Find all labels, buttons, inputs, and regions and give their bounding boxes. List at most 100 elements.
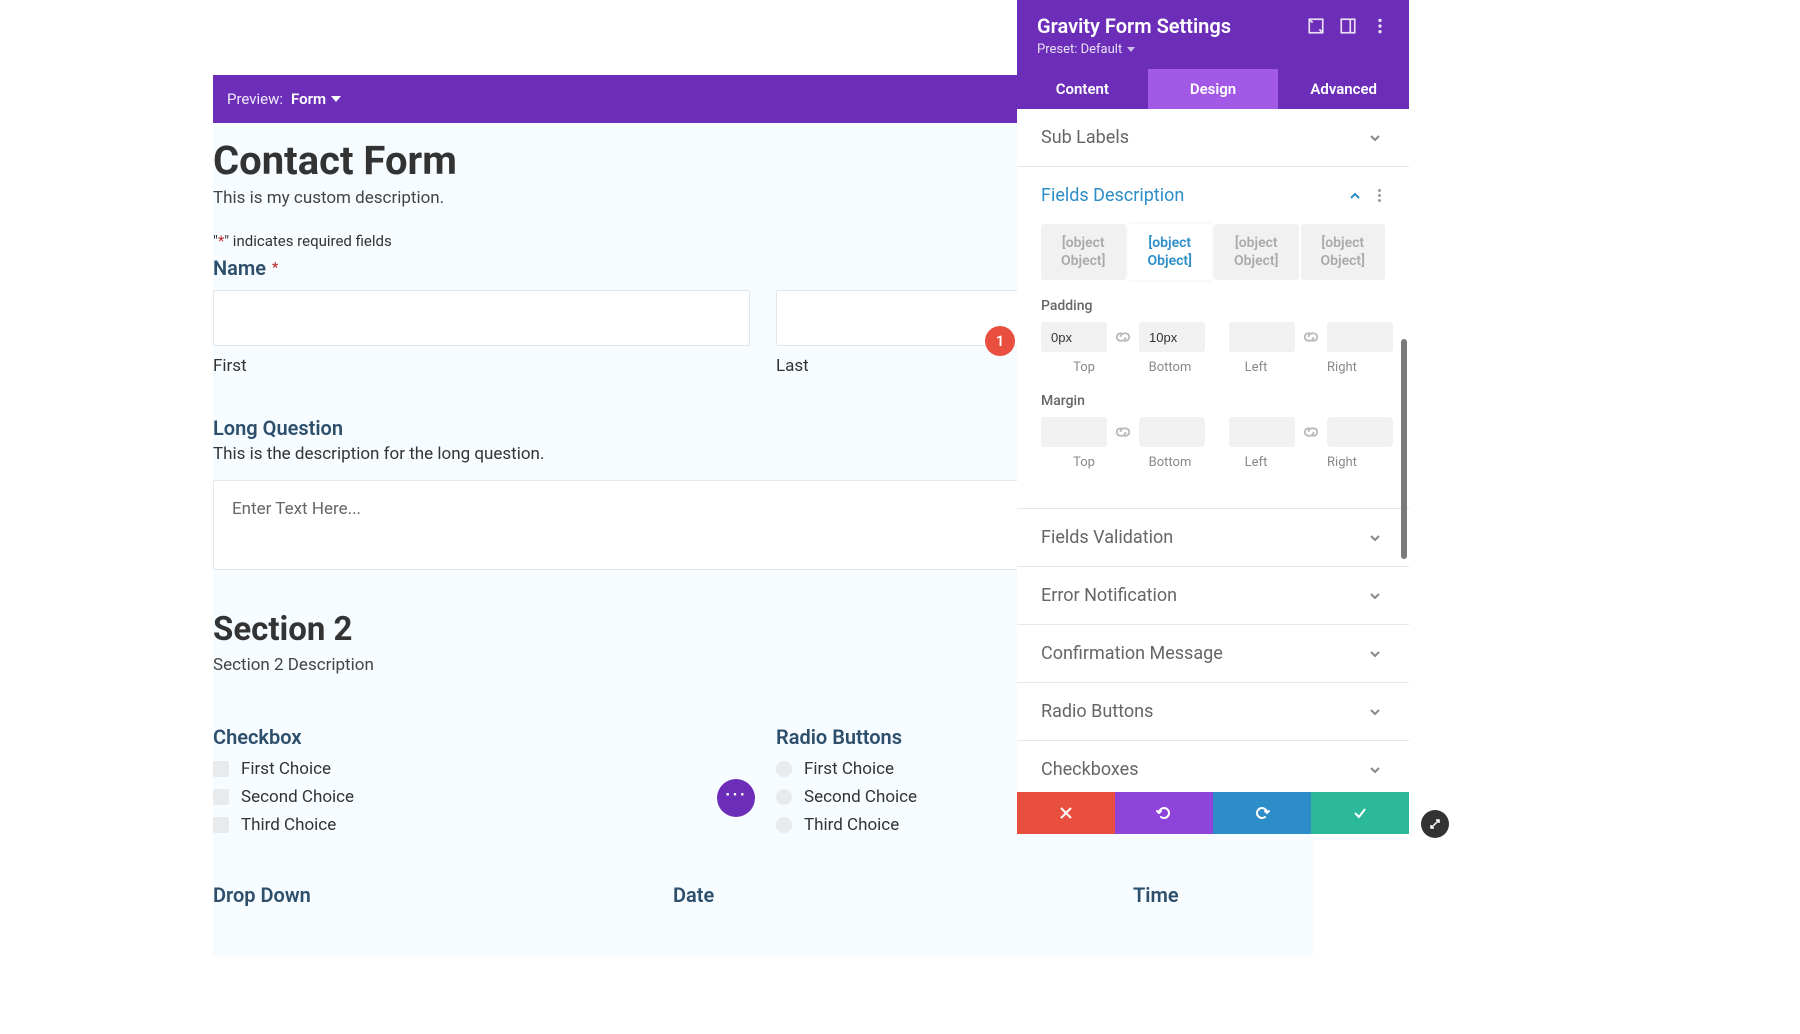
undo-button[interactable]	[1115, 792, 1213, 834]
margin-label: Margin	[1041, 393, 1385, 409]
accordion-title: Error Notification	[1041, 585, 1369, 606]
panel-title: Gravity Form Settings	[1037, 14, 1293, 38]
preset-dropdown[interactable]: Preset: Default	[1037, 42, 1389, 57]
accordion-title: Checkboxes	[1041, 759, 1369, 780]
panel-scrollbar[interactable]	[1401, 339, 1407, 559]
accordion-header-fields-description[interactable]: Fields Description	[1017, 167, 1409, 224]
accordion-confirmation-message: Confirmation Message	[1017, 625, 1409, 683]
chevron-down-icon	[1369, 764, 1381, 776]
dropdown-label: Drop Down	[213, 883, 647, 907]
panel-header: Gravity Form Settings Preset: Default	[1017, 0, 1409, 69]
accordion-title: Radio Buttons	[1041, 701, 1369, 722]
panel-tabs: Content Design Advanced	[1017, 69, 1409, 109]
accordion-header-error-notification[interactable]: Error Notification	[1017, 567, 1409, 624]
accordion-radio-buttons: Radio Buttons	[1017, 683, 1409, 741]
expand-icon[interactable]	[1307, 17, 1325, 35]
panel-body[interactable]: Sub Labels Fields Description [object Ob…	[1017, 109, 1409, 792]
close-button[interactable]	[1017, 792, 1115, 834]
accordion-title: Fields Description	[1041, 185, 1349, 206]
padding-left-input[interactable]	[1229, 322, 1295, 352]
snap-icon[interactable]	[1339, 17, 1357, 35]
checkbox-choice-2[interactable]: Second Choice	[213, 787, 750, 807]
margin-right-label: Right	[1299, 455, 1385, 470]
textarea-placeholder: Enter Text Here...	[232, 499, 361, 519]
accordion-error-notification: Error Notification	[1017, 567, 1409, 625]
margin-bottom-input[interactable]	[1139, 417, 1205, 447]
margin-left-input[interactable]	[1229, 417, 1295, 447]
radio-icon	[776, 789, 792, 805]
chevron-down-icon	[1369, 532, 1381, 544]
margin-top-input[interactable]	[1041, 417, 1107, 447]
first-name-sublabel: First	[213, 356, 750, 376]
chevron-up-icon	[1349, 190, 1361, 202]
tab-advanced[interactable]: Advanced	[1278, 69, 1409, 109]
more-icon[interactable]	[1371, 17, 1389, 35]
checkbox-icon	[213, 817, 229, 833]
preview-label: Preview:	[227, 90, 283, 108]
choice-label: Third Choice	[241, 815, 336, 835]
accordion-sub-labels: Sub Labels	[1017, 109, 1409, 167]
more-options-icon[interactable]	[1373, 189, 1385, 202]
chevron-down-icon	[1369, 706, 1381, 718]
responsive-toggle-buttons: [object Object] [object Object] [object …	[1041, 224, 1385, 280]
save-button[interactable]	[1311, 792, 1409, 834]
accordion-title: Confirmation Message	[1041, 643, 1369, 664]
accordion-header-confirmation-message[interactable]: Confirmation Message	[1017, 625, 1409, 682]
tab-design[interactable]: Design	[1148, 69, 1279, 109]
checkbox-field: Checkbox First Choice Second Choice Thir…	[213, 725, 750, 843]
link-icon[interactable]	[1301, 327, 1321, 347]
module-options-fab[interactable]: ⋯	[717, 779, 755, 817]
accordion-fields-validation: Fields Validation	[1017, 509, 1409, 567]
panel-footer	[1017, 792, 1409, 834]
link-icon[interactable]	[1113, 422, 1133, 442]
margin-right-input[interactable]	[1327, 417, 1393, 447]
chevron-down-icon	[1369, 590, 1381, 602]
padding-top-input[interactable]	[1041, 322, 1107, 352]
accordion-checkboxes: Checkboxes	[1017, 741, 1409, 792]
settings-panel: Gravity Form Settings Preset: Default Co…	[1017, 0, 1409, 834]
toggle-btn-2[interactable]: [object Object]	[1128, 224, 1213, 280]
padding-right-input[interactable]	[1327, 322, 1393, 352]
choice-label: First Choice	[241, 759, 331, 779]
link-icon[interactable]	[1113, 327, 1133, 347]
choice-label: Third Choice	[804, 815, 899, 835]
accordion-header-checkboxes[interactable]: Checkboxes	[1017, 741, 1409, 792]
checkbox-icon	[213, 789, 229, 805]
padding-bottom-label: Bottom	[1127, 360, 1213, 375]
required-text: " indicates required fields	[224, 232, 391, 250]
checkbox-choice-3[interactable]: Third Choice	[213, 815, 750, 835]
resize-corner-button[interactable]	[1421, 810, 1449, 838]
chevron-down-icon	[1369, 648, 1381, 660]
redo-button[interactable]	[1213, 792, 1311, 834]
padding-top-label: Top	[1041, 360, 1127, 375]
accordion-header-sub-labels[interactable]: Sub Labels	[1017, 109, 1409, 166]
radio-icon	[776, 761, 792, 777]
choice-label: First Choice	[804, 759, 894, 779]
preview-form-dropdown[interactable]: Form	[291, 90, 341, 108]
tab-content[interactable]: Content	[1017, 69, 1148, 109]
margin-left-label: Left	[1213, 455, 1299, 470]
date-label: Date	[673, 883, 1107, 907]
accordion-title: Fields Validation	[1041, 527, 1369, 548]
accordion-header-fields-validation[interactable]: Fields Validation	[1017, 509, 1409, 566]
padding-label: Padding	[1041, 298, 1385, 314]
choice-label: Second Choice	[241, 787, 354, 807]
accordion-fields-description: Fields Description [object Object] [obje…	[1017, 167, 1409, 509]
padding-bottom-input[interactable]	[1139, 322, 1205, 352]
time-label: Time	[1133, 883, 1313, 907]
toggle-btn-3[interactable]: [object Object]	[1214, 224, 1299, 280]
radio-icon	[776, 817, 792, 833]
toggle-btn-1[interactable]: [object Object]	[1041, 224, 1126, 280]
link-icon[interactable]	[1301, 422, 1321, 442]
checkbox-choice-1[interactable]: First Choice	[213, 759, 750, 779]
accordion-header-radio-buttons[interactable]: Radio Buttons	[1017, 683, 1409, 740]
first-name-input[interactable]	[213, 290, 750, 346]
required-star-icon: *	[272, 260, 278, 276]
chevron-down-icon	[1369, 132, 1381, 144]
toggle-btn-4[interactable]: [object Object]	[1301, 224, 1386, 280]
margin-top-label: Top	[1041, 455, 1127, 470]
checkbox-label: Checkbox	[213, 725, 750, 749]
step-1-badge: 1	[985, 326, 1015, 356]
padding-left-label: Left	[1213, 360, 1299, 375]
name-label-text: Name	[213, 256, 266, 280]
